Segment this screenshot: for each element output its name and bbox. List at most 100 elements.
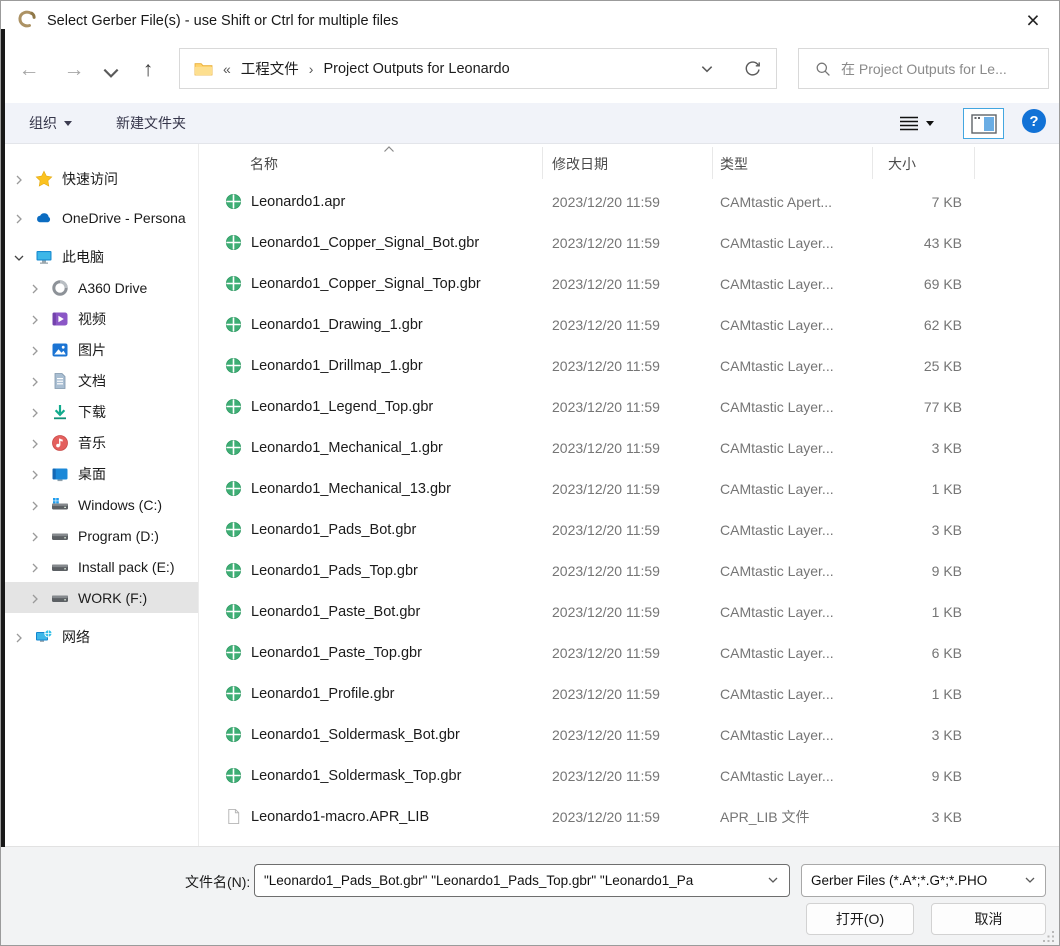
file-row[interactable]: Leonardo1_Drillmap_1.gbr 2023/12/20 11:5… [199, 345, 1060, 386]
sidebar-item-drive-d[interactable]: Program (D:) [1, 520, 198, 551]
file-rows: Leonardo1.apr 2023/12/20 11:59 CAMtastic… [199, 181, 1060, 837]
close-button[interactable]: × [1007, 1, 1059, 39]
sidebar-item-documents[interactable]: 文档 [1, 365, 198, 396]
expander-icon[interactable] [13, 251, 25, 263]
column-header-date[interactable]: 修改日期 [552, 154, 608, 174]
expander-icon[interactable] [29, 561, 41, 573]
column-header-type[interactable]: 类型 [720, 154, 748, 174]
file-row[interactable]: Leonardo1_Mechanical_1.gbr 2023/12/20 11… [199, 427, 1060, 468]
expander-icon[interactable] [29, 344, 41, 356]
preview-pane-toggle[interactable] [963, 108, 1004, 139]
file-row[interactable]: Leonardo1_Paste_Top.gbr 2023/12/20 11:59… [199, 632, 1060, 673]
column-header-name[interactable]: 名称 [250, 154, 278, 174]
expander-icon[interactable] [29, 375, 41, 387]
file-row[interactable]: Leonardo1_Soldermask_Bot.gbr 2023/12/20 … [199, 714, 1060, 755]
sidebar-item-music[interactable]: 音乐 [1, 427, 198, 458]
file-row[interactable]: Leonardo1-macro.APR_LIB 2023/12/20 11:59… [199, 796, 1060, 837]
file-type-icon [225, 603, 242, 620]
file-row[interactable]: Leonardo1_Legend_Top.gbr 2023/12/20 11:5… [199, 386, 1060, 427]
file-row[interactable]: Leonardo1_Pads_Bot.gbr 2023/12/20 11:59 … [199, 509, 1060, 550]
file-row[interactable]: Leonardo1_Copper_Signal_Bot.gbr 2023/12/… [199, 222, 1060, 263]
column-separator[interactable] [872, 147, 873, 179]
cancel-button[interactable]: 取消 [931, 903, 1046, 935]
column-header-size[interactable]: 大小 [888, 154, 916, 174]
back-button[interactable]: ← [13, 55, 45, 87]
file-name: Leonardo1_Profile.gbr [251, 686, 395, 702]
recent-locations-chevron-icon[interactable] [101, 63, 121, 83]
sidebar-item-a360-drive[interactable]: A360 Drive [1, 272, 198, 303]
expander-icon[interactable] [29, 313, 41, 325]
file-row[interactable]: Leonardo1_Drawing_1.gbr 2023/12/20 11:59… [199, 304, 1060, 345]
file-row[interactable]: Leonardo1_Profile.gbr 2023/12/20 11:59 C… [199, 673, 1060, 714]
star-icon [35, 170, 53, 188]
filetype-select[interactable]: Gerber Files (*.A*;*.G*;*.PHO [801, 864, 1046, 897]
view-mode-button[interactable] [899, 103, 934, 143]
file-type-icon [225, 439, 242, 456]
breadcrumb-current[interactable]: Project Outputs for Leonardo [323, 61, 509, 77]
sidebar-item-network[interactable]: 网络 [1, 621, 198, 652]
sidebar-item-drive-e[interactable]: Install pack (E:) [1, 551, 198, 582]
up-button[interactable]: ↑ [132, 55, 164, 87]
sidebar-item-this-pc[interactable]: 此电脑 [1, 241, 198, 272]
expander-icon[interactable] [29, 468, 41, 480]
expander-icon[interactable] [29, 592, 41, 604]
expander-icon[interactable] [29, 406, 41, 418]
expander-icon[interactable] [13, 631, 25, 643]
file-size: 3 KB [872, 440, 974, 456]
sidebar-item-drive-c[interactable]: Windows (C:) [1, 489, 198, 520]
file-type-icon [225, 316, 242, 333]
file-row[interactable]: Leonardo1_Copper_Signal_Top.gbr 2023/12/… [199, 263, 1060, 304]
column-separator[interactable] [542, 147, 543, 179]
sidebar-item-label: WORK (F:) [78, 590, 147, 606]
sidebar-item-label: 快速访问 [62, 169, 118, 189]
organize-menu-button[interactable]: 组织 [29, 103, 72, 143]
resize-grip[interactable] [1043, 931, 1055, 943]
a360-icon [51, 279, 69, 297]
filetype-dropdown-chevron-icon[interactable] [1024, 874, 1036, 886]
new-folder-button[interactable]: 新建文件夹 [116, 103, 186, 143]
expander-icon[interactable] [29, 437, 41, 449]
view-dropdown-triangle-icon [926, 121, 934, 126]
sidebar-item-desktop[interactable]: 桌面 [1, 458, 198, 489]
address-bar[interactable]: « 工程文件 › Project Outputs for Leonardo [179, 48, 777, 89]
command-toolbar: 组织 新建文件夹 ? [1, 103, 1059, 144]
sidebar-item-downloads[interactable]: 下载 [1, 396, 198, 427]
refresh-icon[interactable] [743, 60, 762, 79]
expander-icon[interactable] [29, 282, 41, 294]
open-button[interactable]: 打开(O) [806, 903, 914, 935]
column-separator[interactable] [974, 147, 975, 179]
file-date-modified: 2023/12/20 11:59 [542, 235, 712, 251]
filename-dropdown-chevron-icon[interactable] [767, 874, 779, 886]
file-row[interactable]: Leonardo1_Mechanical_13.gbr 2023/12/20 1… [199, 468, 1060, 509]
search-box[interactable] [798, 48, 1049, 89]
file-row[interactable]: Leonardo1_Paste_Bot.gbr 2023/12/20 11:59… [199, 591, 1060, 632]
file-type-icon [225, 726, 242, 743]
column-separator[interactable] [712, 147, 713, 179]
expander-icon[interactable] [13, 212, 25, 224]
search-input[interactable] [841, 61, 1031, 77]
breadcrumb-parent[interactable]: 工程文件 [241, 58, 299, 79]
filename-input[interactable] [254, 864, 790, 897]
breadcrumb-collapse[interactable]: « [223, 61, 231, 77]
file-name: Leonardo1_Pads_Bot.gbr [251, 522, 416, 538]
file-row[interactable]: Leonardo1.apr 2023/12/20 11:59 CAMtastic… [199, 181, 1060, 222]
sidebar-item-drive-f[interactable]: WORK (F:) [1, 582, 198, 613]
sidebar-item-label: 此电脑 [62, 247, 104, 267]
list-view-icon [899, 115, 919, 131]
file-row[interactable]: Leonardo1_Pads_Top.gbr 2023/12/20 11:59 … [199, 550, 1060, 591]
sidebar-item-videos[interactable]: 视频 [1, 303, 198, 334]
help-button[interactable]: ? [1022, 109, 1046, 133]
sidebar-item-label: 图片 [78, 340, 106, 360]
file-row[interactable]: Leonardo1_Soldermask_Top.gbr 2023/12/20 … [199, 755, 1060, 796]
expander-icon[interactable] [29, 530, 41, 542]
file-type: APR_LIB 文件 [712, 807, 872, 827]
forward-button[interactable]: → [58, 55, 90, 87]
file-name: Leonardo1_Mechanical_13.gbr [251, 481, 451, 497]
sidebar-item-quick-access[interactable]: 快速访问 [1, 163, 198, 194]
expander-icon[interactable] [29, 499, 41, 511]
expander-icon[interactable] [13, 173, 25, 185]
sidebar-item-onedrive[interactable]: OneDrive - Persona [1, 202, 198, 233]
address-dropdown-chevron-icon[interactable] [700, 62, 714, 76]
file-date-modified: 2023/12/20 11:59 [542, 563, 712, 579]
sidebar-item-pictures[interactable]: 图片 [1, 334, 198, 365]
